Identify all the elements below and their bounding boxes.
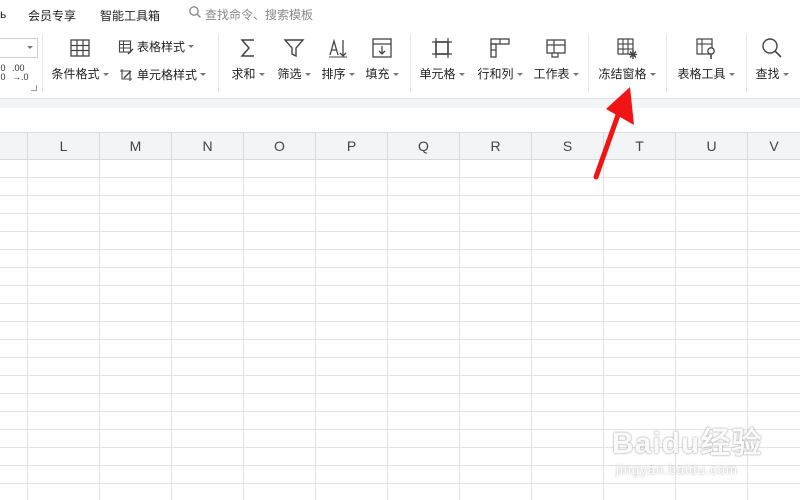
cell-button[interactable]: 单元格 xyxy=(416,36,468,82)
sort-button[interactable]: 排序 xyxy=(318,36,358,82)
row-column-icon xyxy=(490,38,510,58)
table-tools-label: 表格工具 xyxy=(677,67,726,81)
cell-style-label: 单元格样式 xyxy=(137,68,198,82)
find-label: 查找 xyxy=(755,67,780,81)
number-format-dropdown[interactable] xyxy=(0,38,38,58)
menu-item-smart-toolbox[interactable]: 智能工具箱 xyxy=(100,7,160,24)
separator xyxy=(666,34,667,92)
chevron-down-icon xyxy=(728,73,735,77)
chevron-down-icon xyxy=(27,46,33,49)
chevron-down-icon xyxy=(649,73,656,77)
separator xyxy=(218,34,219,92)
table-tools-icon xyxy=(696,38,715,59)
row-col-button[interactable]: 行和列 xyxy=(474,36,526,82)
row-col-label: 行和列 xyxy=(477,67,514,81)
freeze-panes-button[interactable]: 冻结窗格 xyxy=(596,36,658,82)
column-header-r[interactable]: R xyxy=(460,133,532,159)
sort-label: 排序 xyxy=(321,67,346,81)
dialog-launcher-icon[interactable] xyxy=(31,85,37,91)
chevron-down-icon xyxy=(392,73,399,77)
conditional-format-label: 条件格式 xyxy=(51,67,100,81)
chevron-down-icon xyxy=(200,73,207,76)
ribbon-toolbar: .0.0 .00→.0 条件格式 表格样式 单元格样式 xyxy=(0,28,800,98)
chevron-down-icon xyxy=(516,73,523,77)
cell-label: 单元格 xyxy=(419,67,456,81)
table-tools-button[interactable]: 表格工具 xyxy=(674,36,738,82)
freeze-panes-label: 冻结窗格 xyxy=(598,67,647,81)
chevron-down-icon xyxy=(782,73,789,77)
worksheet-label: 工作表 xyxy=(533,67,570,81)
search-icon xyxy=(188,5,202,24)
conditional-format-icon xyxy=(70,39,90,57)
fill-button[interactable]: 填充 xyxy=(362,36,402,82)
fill-down-icon xyxy=(372,38,392,58)
separator xyxy=(746,34,747,92)
column-header-u[interactable]: U xyxy=(676,133,748,159)
sum-label: 求和 xyxy=(231,67,256,81)
sigma-icon xyxy=(240,39,254,57)
column-header-m[interactable]: M xyxy=(100,133,172,159)
formula-bar[interactable] xyxy=(0,108,800,133)
conditional-format-button[interactable]: 条件格式 xyxy=(50,36,110,82)
chevron-down-icon xyxy=(572,73,579,77)
increase-decimal-button[interactable]: .0.0 xyxy=(0,64,12,82)
increase-decimal-icon: .0.0 xyxy=(0,63,6,82)
baidu-jingyan-watermark: Baidu经验 jingyan.baidu.com xyxy=(612,418,792,490)
column-header-l[interactable]: L xyxy=(28,133,100,159)
chevron-down-icon xyxy=(188,45,195,48)
chevron-down-icon xyxy=(458,73,465,77)
separator xyxy=(588,34,589,92)
separator xyxy=(410,34,411,92)
command-search[interactable]: 查找命令、搜索模板 xyxy=(188,5,313,23)
cell-icon xyxy=(432,38,452,58)
chevron-down-icon xyxy=(304,73,311,77)
sum-button[interactable]: 求和 xyxy=(228,36,268,82)
annotation-arrow-shaft xyxy=(593,112,621,180)
cell-style-icon xyxy=(120,68,132,81)
chevron-down-icon xyxy=(258,73,265,77)
menu-bar: ь 会员专享 智能工具箱 查找命令、搜索模板 xyxy=(0,0,800,28)
worksheet-button[interactable]: 工作表 xyxy=(530,36,582,82)
column-header-n[interactable]: N xyxy=(172,133,244,159)
table-style-icon xyxy=(118,39,134,54)
menu-item-partial[interactable]: ь xyxy=(0,7,6,21)
sort-icon xyxy=(329,38,347,58)
chevron-down-icon xyxy=(348,73,355,77)
funnel-icon xyxy=(283,39,305,58)
watermark-url: jingyan.baidu.com xyxy=(616,462,738,477)
fill-label: 填充 xyxy=(365,67,390,81)
freeze-panes-icon xyxy=(617,38,637,59)
separator xyxy=(42,34,43,92)
filter-label: 筛选 xyxy=(277,67,302,81)
worksheet-icon xyxy=(546,39,566,58)
annotation-arrow-head xyxy=(606,87,634,125)
column-header-o[interactable]: O xyxy=(244,133,316,159)
table-style-button[interactable]: 表格样式 xyxy=(118,38,195,55)
row-header-corner[interactable] xyxy=(0,133,28,159)
search-placeholder: 查找命令、搜索模板 xyxy=(205,7,314,22)
column-header-p[interactable]: P xyxy=(316,133,388,159)
column-header-q[interactable]: Q xyxy=(388,133,460,159)
menu-item-member[interactable]: 会员专享 xyxy=(28,7,76,24)
column-header-v[interactable]: V xyxy=(748,133,800,159)
magnifier-icon xyxy=(762,38,782,58)
decrease-decimal-icon: .00 →.0 xyxy=(12,63,29,82)
find-button[interactable]: 查找 xyxy=(752,36,792,82)
chevron-down-icon xyxy=(102,73,109,77)
filter-button[interactable]: 筛选 xyxy=(274,36,314,82)
cell-style-button[interactable]: 单元格样式 xyxy=(118,66,207,83)
table-style-label: 表格样式 xyxy=(137,40,186,54)
annotation-arrow xyxy=(593,87,634,180)
watermark-logo: Baidu经验 xyxy=(612,427,763,460)
column-header-row: L M N O P Q R S T U V xyxy=(0,133,800,160)
decrease-decimal-button[interactable]: .00 →.0 xyxy=(12,64,34,82)
